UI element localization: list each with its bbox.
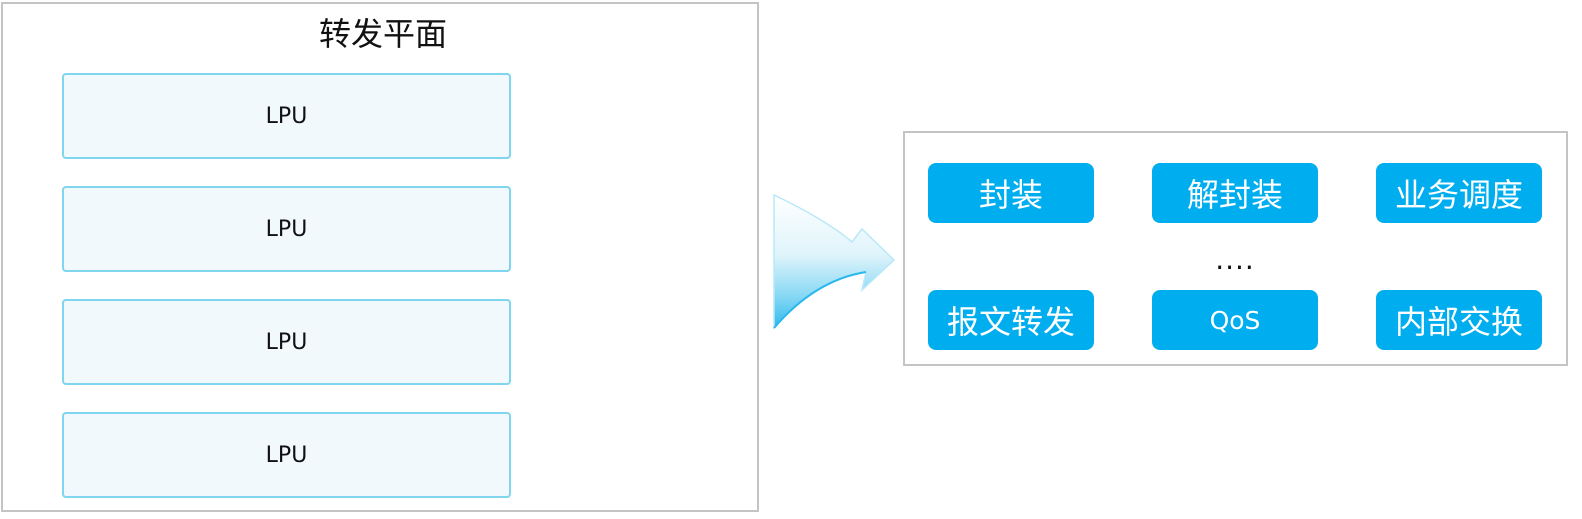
function-qos: QoS [1152, 290, 1318, 350]
lpu-card: LPU [62, 186, 511, 272]
lpu-card: LPU [62, 73, 511, 159]
function-packet-forwarding: 报文转发 [928, 290, 1094, 350]
lpu-card: LPU [62, 299, 511, 385]
function-decapsulation: 解封装 [1152, 163, 1318, 223]
forwarding-plane-title: 转发平面 [318, 15, 447, 53]
curved-right-arrow-icon [773, 193, 896, 331]
ellipsis: .... [1215, 243, 1255, 276]
forwarding-plane-panel: 转发平面 LPU LPU LPU LPU [1, 2, 759, 512]
function-internal-switching: 内部交换 [1376, 290, 1542, 350]
lpu-card: LPU [62, 412, 511, 498]
function-service-scheduling: 业务调度 [1376, 163, 1542, 223]
function-encapsulation: 封装 [928, 163, 1094, 223]
